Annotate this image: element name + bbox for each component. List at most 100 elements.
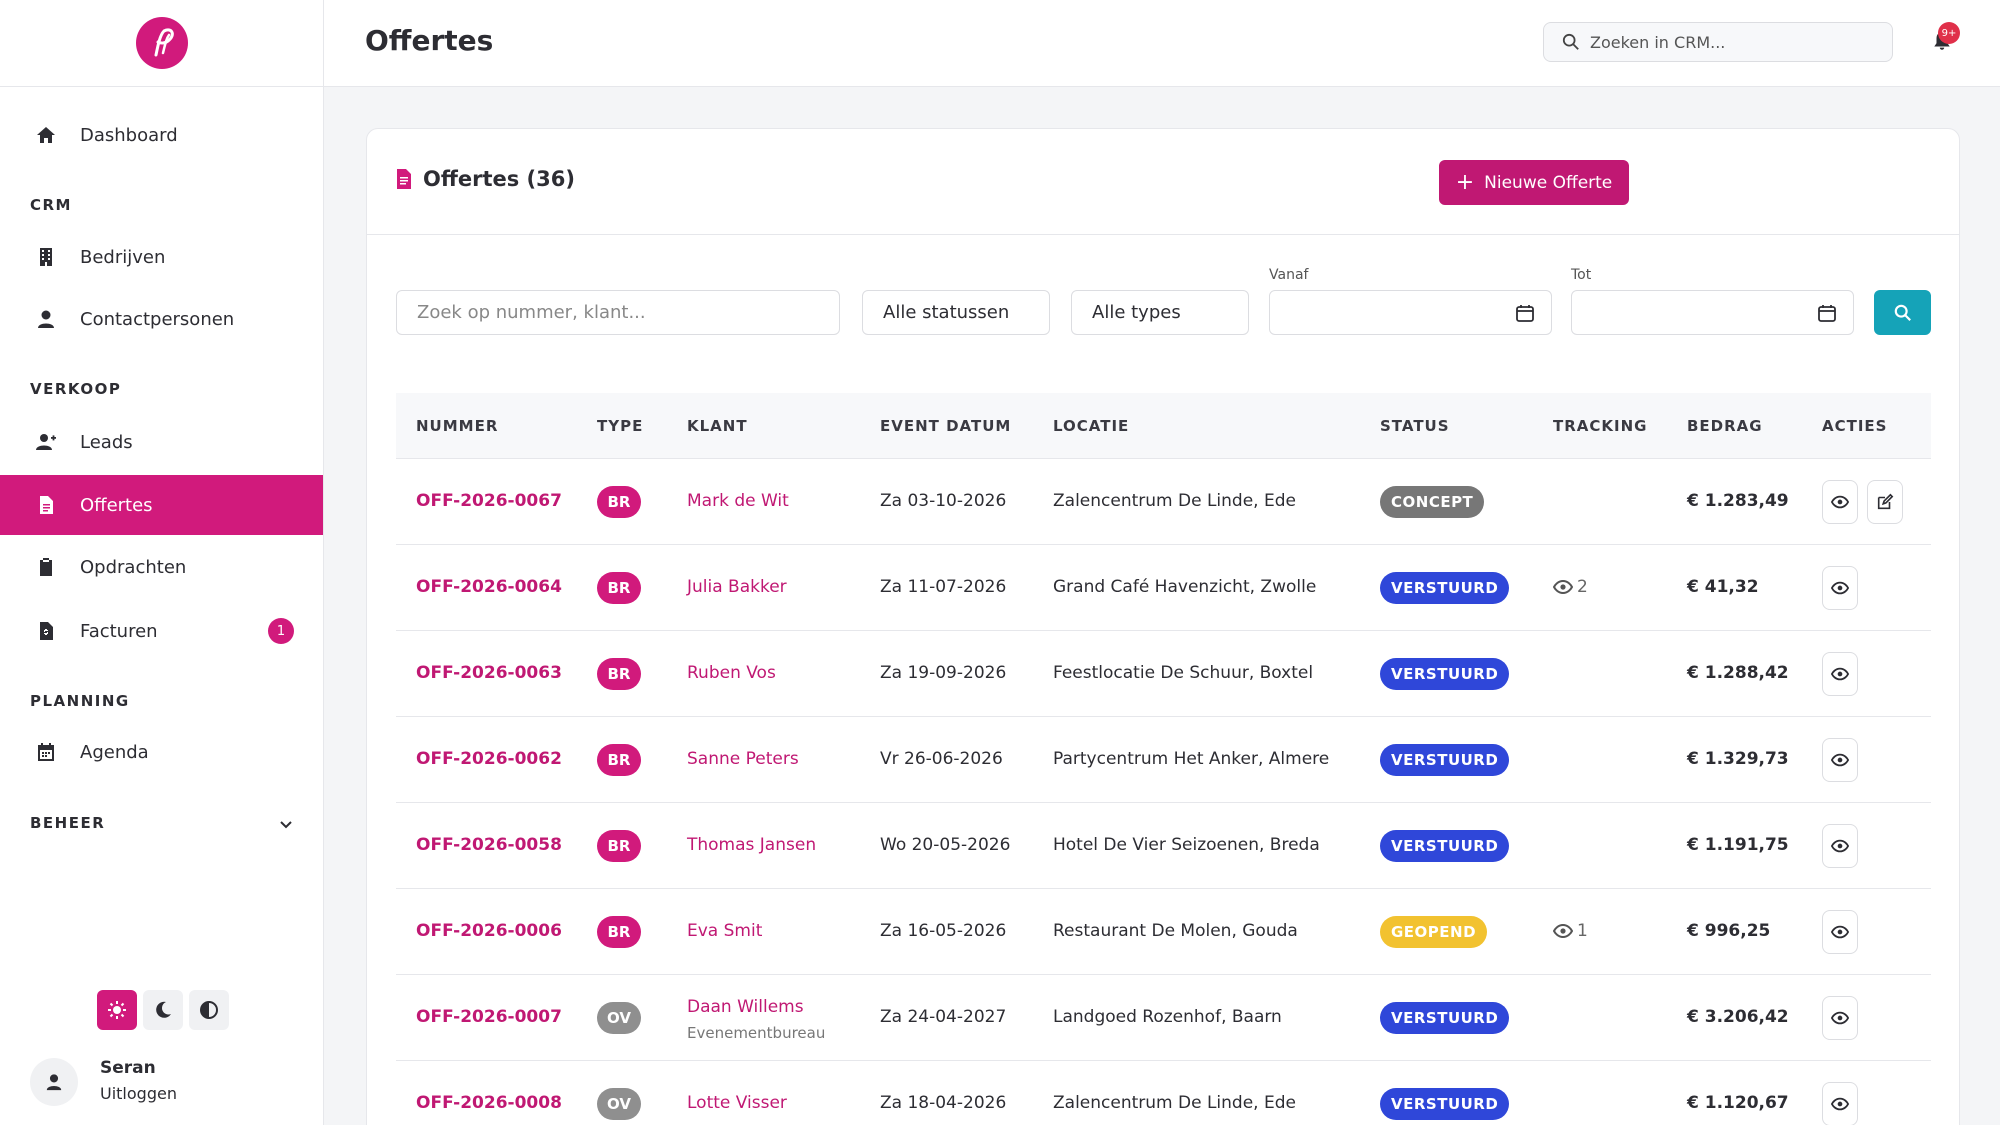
column-header-status[interactable]: STATUS xyxy=(1380,417,1450,435)
sidebar-item-opdrachten[interactable]: Opdrachten xyxy=(0,537,323,597)
klant-link[interactable]: Sanne Peters xyxy=(687,749,799,769)
view-button[interactable] xyxy=(1822,996,1858,1040)
table-row: OFF-2026-0008 OV Lotte Visser Za 18-04-2026… xyxy=(396,1061,1931,1125)
offerte-number-link[interactable]: OFF-2026-0063 xyxy=(416,663,562,683)
column-header-type[interactable]: TYPE xyxy=(597,417,643,435)
global-search-input[interactable]: Zoeken in CRM... xyxy=(1543,22,1893,62)
date-to-label: Tot xyxy=(1571,267,1592,283)
klant-link[interactable]: Lotte Visser xyxy=(687,1093,787,1113)
search-icon xyxy=(1562,33,1579,50)
date-from-label: Vanaf xyxy=(1269,267,1309,283)
klant-company: Evenementbureau xyxy=(687,1024,826,1042)
calendar-icon xyxy=(1818,305,1836,322)
sidebar-item-contactpersonen[interactable]: Contactpersonen xyxy=(0,289,323,349)
table-row: OFF-2026-0064 BR Julia Bakker Za 11-07-2026… xyxy=(396,545,1931,631)
auto-theme-button[interactable] xyxy=(189,990,229,1030)
type-badge: OV xyxy=(597,1002,641,1034)
column-header-tracking[interactable]: TRACKING xyxy=(1553,417,1647,435)
brand-logo[interactable] xyxy=(135,17,188,69)
status-badge: VERSTUURD xyxy=(1380,830,1510,862)
user-name: Seran xyxy=(100,1058,156,1078)
offerte-number-link[interactable]: OFF-2026-0007 xyxy=(416,1007,562,1027)
location: Landgoed Rozenhof, Baarn xyxy=(1053,1007,1282,1027)
amount: € 1.283,49 xyxy=(1687,491,1789,511)
offerte-number-link[interactable]: OFF-2026-0067 xyxy=(416,491,562,511)
status-badge: VERSTUURD xyxy=(1380,658,1510,690)
type-badge: OV xyxy=(597,1088,641,1120)
calendar-icon xyxy=(34,740,58,764)
chevron-down-icon[interactable] xyxy=(278,816,294,832)
view-button[interactable] xyxy=(1822,910,1858,954)
location: Grand Café Havenzicht, Zwolle xyxy=(1053,577,1317,597)
edit-button[interactable] xyxy=(1867,480,1903,524)
sidebar-item-leads[interactable]: Leads xyxy=(0,412,323,472)
type-badge: BR xyxy=(597,658,641,690)
eye-icon xyxy=(1831,1097,1849,1111)
filter-search-button[interactable] xyxy=(1874,290,1931,335)
type-select-value: Alle types xyxy=(1092,302,1181,323)
table-row: OFF-2026-0062 BR Sanne Peters Vr 26-06-2026… xyxy=(396,717,1931,803)
offerte-number-link[interactable]: OFF-2026-0058 xyxy=(416,835,562,855)
sidebar-item-bedrijven[interactable]: Bedrijven xyxy=(0,227,323,287)
status-select[interactable]: Alle statussen xyxy=(862,290,1050,335)
offerte-number-link[interactable]: OFF-2026-0006 xyxy=(416,921,562,941)
avatar[interactable] xyxy=(30,1058,78,1106)
sun-icon xyxy=(108,1001,126,1019)
view-button[interactable] xyxy=(1822,824,1858,868)
view-button[interactable] xyxy=(1822,652,1858,696)
view-button[interactable] xyxy=(1822,738,1858,782)
offerte-number-link[interactable]: OFF-2026-0064 xyxy=(416,577,562,597)
location: Zalencentrum De Linde, Ede xyxy=(1053,1093,1296,1113)
amount: € 3.206,42 xyxy=(1687,1007,1789,1027)
dark-theme-button[interactable] xyxy=(143,990,183,1030)
light-theme-button[interactable] xyxy=(97,990,137,1030)
klant-link[interactable]: Daan Willems xyxy=(687,997,804,1017)
sidebar: Dashboard CRM Bedrijven Contactpersonen … xyxy=(0,0,324,1125)
column-header-nummer[interactable]: NUMMER xyxy=(416,417,498,435)
event-date: Za 24-04-2027 xyxy=(880,1007,1007,1027)
status-badge: VERSTUURD xyxy=(1380,1088,1510,1120)
brand-logo-icon xyxy=(154,28,174,57)
amount: € 41,32 xyxy=(1687,577,1759,597)
offerte-number-link[interactable]: OFF-2026-0008 xyxy=(416,1093,562,1113)
view-button[interactable] xyxy=(1822,480,1858,524)
new-offerte-button[interactable]: + Nieuwe Offerte xyxy=(1439,160,1629,205)
logout-link[interactable]: Uitloggen xyxy=(100,1084,177,1103)
type-select[interactable]: Alle types xyxy=(1071,290,1249,335)
amount: € 1.191,75 xyxy=(1687,835,1789,855)
column-header-klant[interactable]: KLANT xyxy=(687,417,748,435)
column-header-event-datum[interactable]: EVENT DATUM xyxy=(880,417,1011,435)
status-badge: VERSTUURD xyxy=(1380,1002,1510,1034)
type-badge: BR xyxy=(597,916,641,948)
invoice-icon xyxy=(34,619,58,643)
amount: € 1.329,73 xyxy=(1687,749,1789,769)
column-header-locatie[interactable]: LOCATIE xyxy=(1053,417,1129,435)
plus-icon: + xyxy=(1455,169,1475,195)
sidebar-item-facturen[interactable]: Facturen 1 xyxy=(0,601,323,661)
klant-link[interactable]: Eva Smit xyxy=(687,921,762,941)
date-from-input[interactable] xyxy=(1269,290,1552,335)
sidebar-item-offertes[interactable]: Offertes xyxy=(0,475,323,535)
card-header: Offertes (36) + Nieuwe Offerte xyxy=(367,129,1959,235)
klant-link[interactable]: Ruben Vos xyxy=(687,663,776,683)
column-header-bedrag[interactable]: BEDRAG xyxy=(1687,417,1763,435)
date-to-input[interactable] xyxy=(1571,290,1854,335)
view-button[interactable] xyxy=(1822,566,1858,610)
eye-icon xyxy=(1553,580,1573,594)
home-icon xyxy=(34,123,58,147)
amount: € 996,25 xyxy=(1687,921,1771,941)
klant-link[interactable]: Julia Bakker xyxy=(687,577,787,597)
klant-link[interactable]: Thomas Jansen xyxy=(687,835,816,855)
offerte-number-link[interactable]: OFF-2026-0062 xyxy=(416,749,562,769)
view-button[interactable] xyxy=(1822,1082,1858,1125)
tracking-views: 1 xyxy=(1553,921,1588,941)
eye-icon xyxy=(1831,753,1849,767)
offerte-search-input[interactable]: Zoek op nummer, klant... xyxy=(396,290,840,335)
type-badge: BR xyxy=(597,486,641,518)
sidebar-item-agenda[interactable]: Agenda xyxy=(0,722,323,782)
tracking-views: 2 xyxy=(1553,577,1588,597)
sidebar-item-dashboard[interactable]: Dashboard xyxy=(0,105,323,165)
section-label-beheer[interactable]: BEHEER xyxy=(30,814,105,832)
sidebar-item-label: Bedrijven xyxy=(80,246,166,268)
klant-link[interactable]: Mark de Wit xyxy=(687,491,789,511)
